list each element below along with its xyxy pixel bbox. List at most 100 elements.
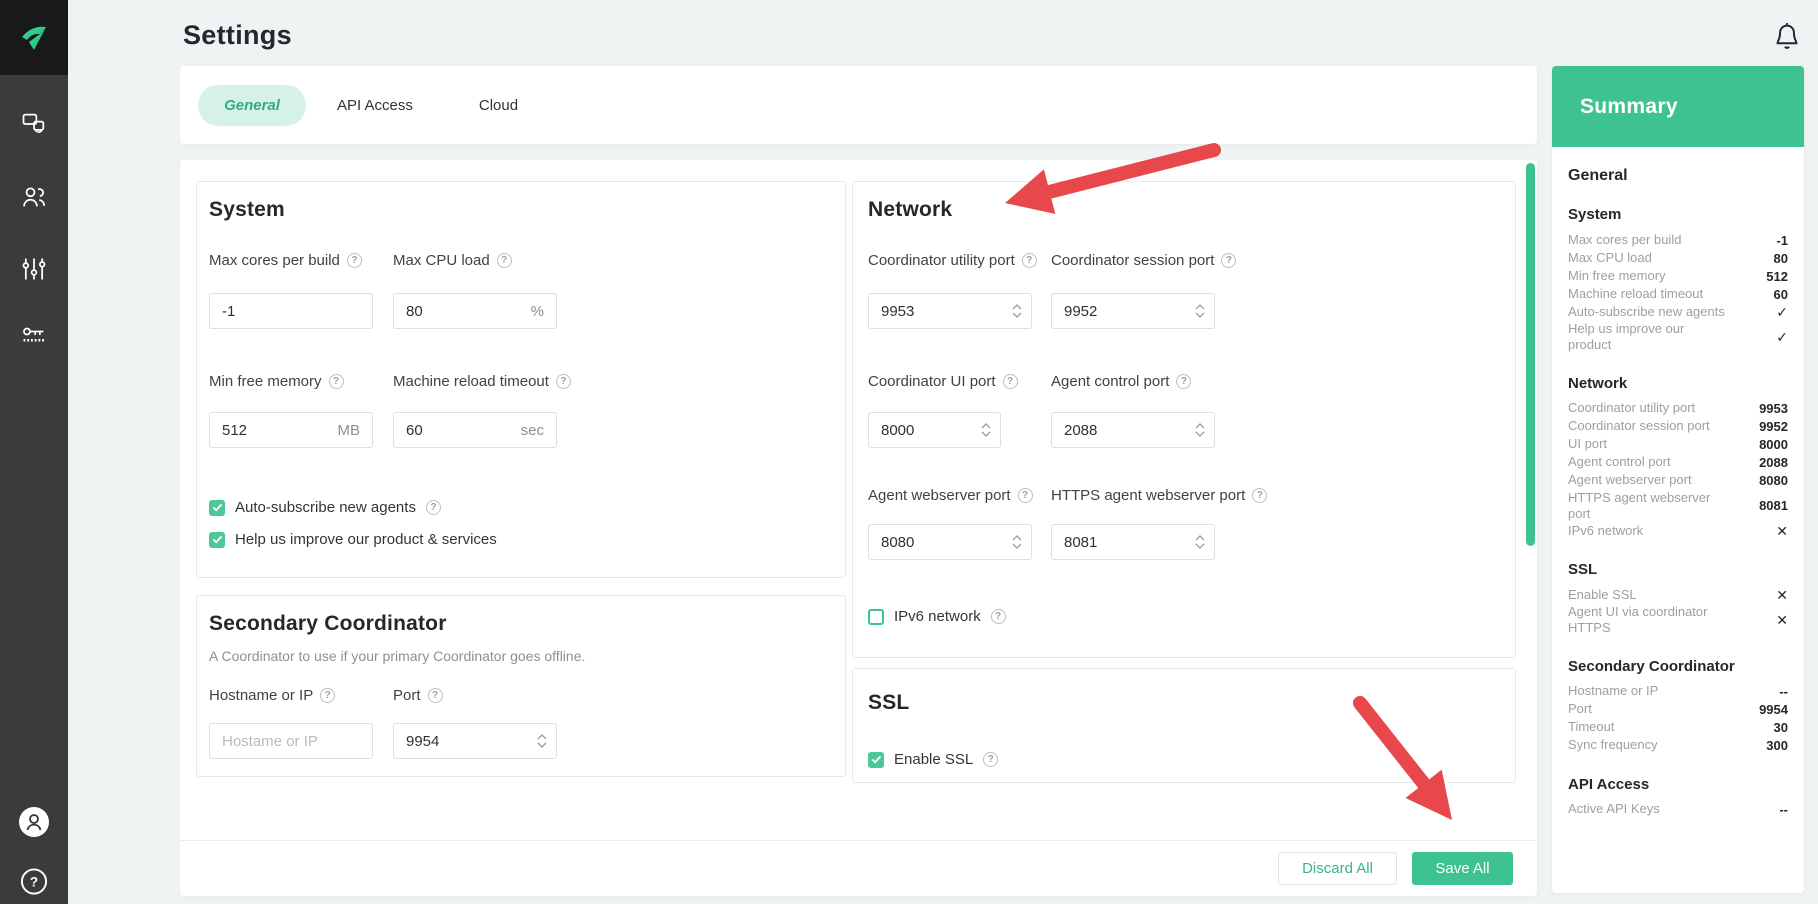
- number-stepper[interactable]: [1195, 304, 1214, 318]
- utility-port-input[interactable]: [869, 303, 1012, 320]
- summary-group-heading: SSL: [1568, 561, 1788, 578]
- chevron-up-icon: [1012, 304, 1022, 310]
- ssl-card-title: SSL: [868, 691, 909, 715]
- max-cores-field: [209, 293, 373, 329]
- question-help-icon[interactable]: ?: [1018, 488, 1033, 503]
- ssl-card: SSL Enable SSL ?: [852, 668, 1516, 783]
- sidebar-item-users[interactable]: [19, 182, 49, 212]
- chevron-down-icon: [1195, 312, 1205, 318]
- content-scrollbar-thumb[interactable]: [1526, 163, 1535, 546]
- secondary-port-input[interactable]: [394, 733, 537, 750]
- secondary-port-label: Port: [393, 687, 421, 704]
- number-stepper[interactable]: [981, 423, 1000, 437]
- summary-row-value: 9952: [1759, 419, 1788, 434]
- question-help-icon[interactable]: ?: [983, 752, 998, 767]
- question-help-icon[interactable]: ?: [1252, 488, 1267, 503]
- tab-api-access[interactable]: API Access: [337, 89, 413, 122]
- system-card: System Max cores per build ? Max CPU loa…: [196, 181, 846, 578]
- question-help-icon[interactable]: ?: [991, 609, 1006, 624]
- https-port-input[interactable]: [1052, 534, 1195, 551]
- system-card-title: System: [209, 198, 285, 222]
- users-icon: [20, 183, 48, 211]
- summary-row-value: 9954: [1759, 702, 1788, 717]
- sidebar-item-agents[interactable]: [19, 109, 49, 139]
- save-all-button[interactable]: Save All: [1412, 852, 1513, 885]
- summary-row-label: Coordinator utility port: [1568, 400, 1695, 416]
- question-help-icon[interactable]: ?: [347, 253, 362, 268]
- max-cpu-input[interactable]: [394, 303, 531, 320]
- chevron-down-icon: [537, 742, 547, 748]
- session-port-input[interactable]: [1052, 303, 1195, 320]
- license-key-icon: [20, 321, 48, 349]
- ui-port-field: [868, 412, 1001, 448]
- control-port-input[interactable]: [1052, 422, 1195, 439]
- max-cpu-field: %: [393, 293, 557, 329]
- summary-row-value: 30: [1774, 720, 1788, 735]
- number-stepper[interactable]: [1012, 304, 1031, 318]
- max-cpu-label-row: Max CPU load ?: [393, 252, 512, 269]
- tab-cloud[interactable]: Cloud: [479, 89, 518, 122]
- auto-subscribe-checkbox[interactable]: [209, 500, 225, 516]
- chevron-up-icon: [1195, 304, 1205, 310]
- min-mem-input[interactable]: [210, 422, 338, 439]
- discard-all-button[interactable]: Discard All: [1278, 852, 1397, 885]
- tab-general[interactable]: General: [198, 85, 306, 126]
- question-help-icon[interactable]: ?: [1176, 374, 1191, 389]
- session-port-label: Coordinator session port: [1051, 252, 1214, 269]
- control-port-field: [1051, 412, 1215, 448]
- question-help-icon[interactable]: ?: [1022, 253, 1037, 268]
- question-help-icon[interactable]: ?: [426, 500, 441, 515]
- summary-row-label: Max CPU load: [1568, 250, 1652, 266]
- check-icon: ✓: [1776, 304, 1788, 321]
- webserver-port-input[interactable]: [869, 534, 1012, 551]
- enable-ssl-checkbox[interactable]: [868, 752, 884, 768]
- summary-row-label: Active API Keys: [1568, 801, 1660, 817]
- reload-timeout-input[interactable]: [394, 422, 521, 439]
- summary-row-label: Sync frequency: [1568, 737, 1658, 753]
- hostname-input[interactable]: [210, 733, 372, 750]
- question-help-icon[interactable]: ?: [320, 688, 335, 703]
- summary-row-label: UI port: [1568, 436, 1607, 452]
- number-stepper[interactable]: [1012, 535, 1031, 549]
- summary-panel: Summary General System Max cores per bui…: [1552, 66, 1804, 893]
- secondary-coordinator-description: A Coordinator to use if your primary Coo…: [209, 648, 585, 664]
- ipv6-row: IPv6 network ?: [868, 608, 1006, 625]
- notifications-button[interactable]: [1770, 18, 1804, 54]
- question-help-icon[interactable]: ?: [497, 253, 512, 268]
- hostname-label-row: Hostname or IP ?: [209, 687, 335, 704]
- ui-port-input[interactable]: [869, 422, 981, 439]
- summary-row: Port9954: [1568, 701, 1788, 719]
- summary-group-rows: Max cores per build-1 Max CPU load80 Min…: [1568, 231, 1788, 354]
- number-stepper[interactable]: [1195, 535, 1214, 549]
- chevron-up-icon: [1195, 535, 1205, 541]
- sidebar-item-license[interactable]: [19, 320, 49, 350]
- number-stepper[interactable]: [1195, 423, 1214, 437]
- max-cores-input[interactable]: [210, 303, 372, 320]
- summary-row: Agent UI via coordinator HTTPS✕: [1568, 604, 1788, 637]
- user-avatar[interactable]: [18, 806, 50, 838]
- ipv6-label: IPv6 network: [894, 608, 981, 625]
- chevron-up-icon: [981, 423, 991, 429]
- webserver-port-field: [868, 524, 1032, 560]
- question-help-icon[interactable]: ?: [428, 688, 443, 703]
- app-logo[interactable]: [0, 0, 68, 75]
- settings-content: System Max cores per build ? Max CPU loa…: [180, 160, 1537, 896]
- auto-subscribe-row: Auto-subscribe new agents ?: [209, 499, 441, 516]
- improve-product-checkbox[interactable]: [209, 532, 225, 548]
- question-help-icon[interactable]: ?: [1221, 253, 1236, 268]
- summary-row-value: 8081: [1759, 498, 1788, 513]
- help-button[interactable]: ?: [21, 868, 48, 895]
- utility-port-label: Coordinator utility port: [868, 252, 1015, 269]
- ipv6-checkbox[interactable]: [868, 609, 884, 625]
- number-stepper[interactable]: [537, 734, 556, 748]
- question-help-icon[interactable]: ?: [556, 374, 571, 389]
- summary-row-label: Auto-subscribe new agents: [1568, 304, 1725, 320]
- question-help-icon[interactable]: ?: [1003, 374, 1018, 389]
- summary-row-label: Timeout: [1568, 719, 1614, 735]
- reload-timeout-field: sec: [393, 412, 557, 448]
- min-mem-label-row: Min free memory ?: [209, 373, 344, 390]
- sidebar-item-settings[interactable]: [19, 254, 49, 284]
- chevron-up-icon: [1012, 535, 1022, 541]
- chevron-down-icon: [1012, 312, 1022, 318]
- question-help-icon[interactable]: ?: [329, 374, 344, 389]
